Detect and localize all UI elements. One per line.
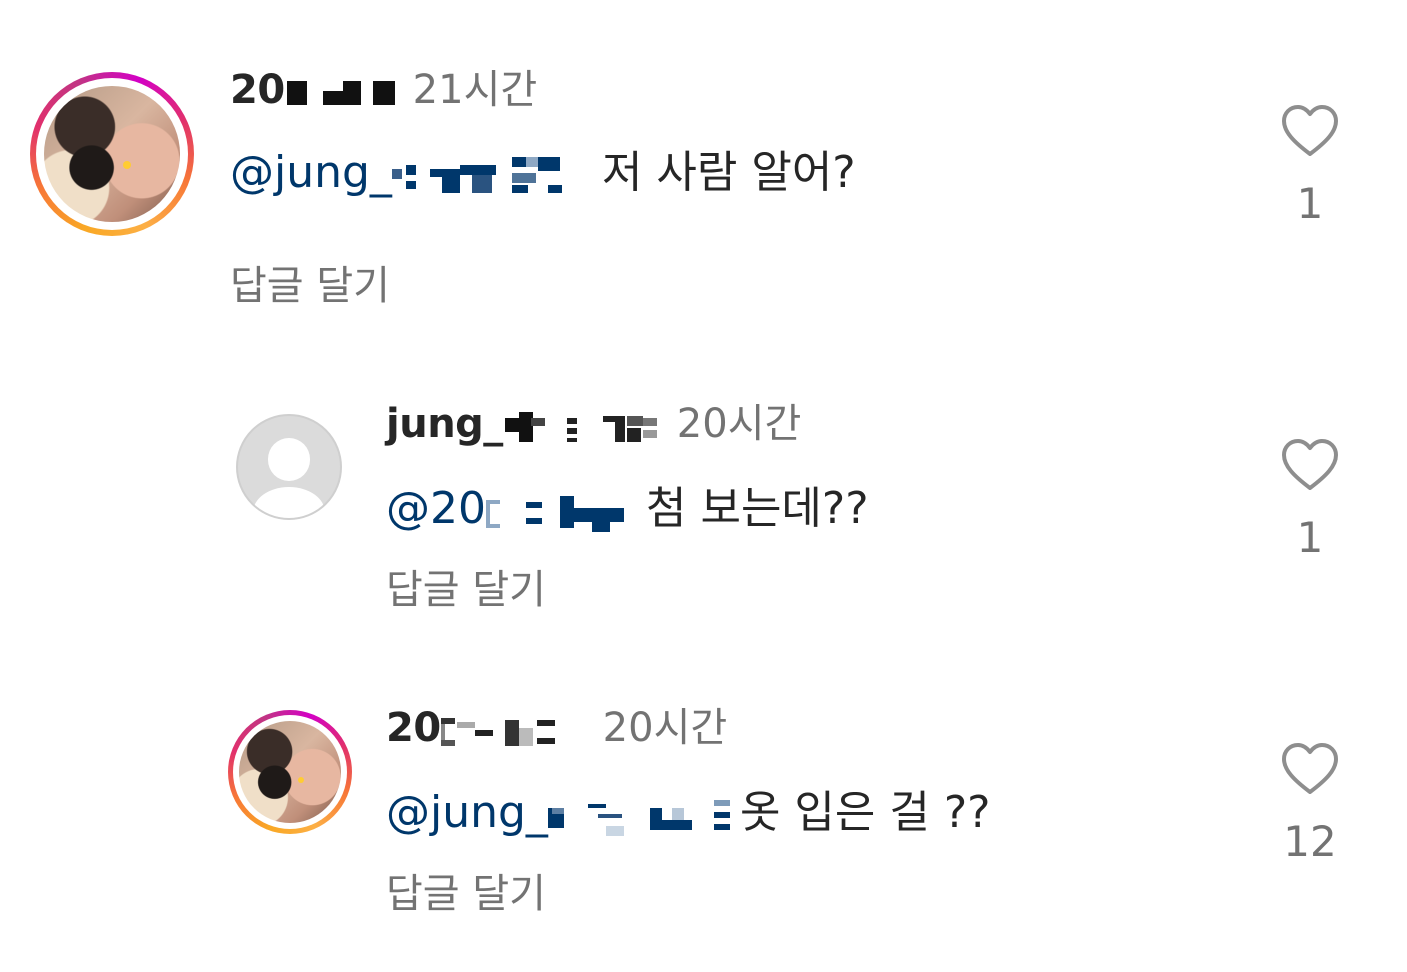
avatar[interactable] bbox=[30, 72, 194, 236]
like-count: 1 bbox=[1296, 179, 1324, 228]
like-count: 1 bbox=[1296, 513, 1324, 562]
mention-censor bbox=[547, 794, 734, 836]
reply-button[interactable]: 답글 달기 bbox=[386, 870, 546, 918]
like-button[interactable] bbox=[1280, 740, 1340, 800]
avatar[interactable] bbox=[228, 710, 352, 834]
comment-timestamp: 21시간 bbox=[412, 67, 538, 113]
profile-photo bbox=[239, 721, 341, 823]
mention-censor bbox=[486, 490, 632, 532]
comment-text: 첨 보는데?? bbox=[646, 483, 869, 534]
reply-button[interactable]: 답글 달기 bbox=[230, 262, 390, 310]
comment-username[interactable]: jung_ bbox=[386, 401, 503, 447]
comment-text: 저 사람 알어? bbox=[601, 147, 856, 198]
comment-timestamp: 20시간 bbox=[602, 705, 728, 751]
comment-text: 옷 입은 걸 ?? bbox=[739, 787, 991, 838]
comment-username[interactable]: 20 bbox=[386, 705, 441, 751]
username-censor bbox=[286, 77, 399, 107]
default-avatar[interactable] bbox=[236, 414, 342, 520]
comment-username[interactable]: 20 bbox=[230, 67, 285, 113]
profile-photo bbox=[44, 86, 180, 222]
heart-outline-icon bbox=[1282, 743, 1338, 794]
person-icon bbox=[267, 438, 311, 482]
reply-button[interactable]: 답글 달기 bbox=[386, 566, 546, 614]
username-censor bbox=[440, 714, 565, 746]
like-button[interactable] bbox=[1280, 436, 1340, 496]
username-censor bbox=[503, 410, 663, 442]
mention-censor bbox=[391, 155, 582, 195]
mention-link[interactable]: @20 bbox=[386, 483, 486, 534]
mention-link[interactable]: @jung_ bbox=[386, 787, 548, 838]
comment-timestamp: 20시간 bbox=[676, 401, 802, 447]
heart-outline-icon bbox=[1282, 105, 1338, 156]
like-button[interactable] bbox=[1280, 102, 1340, 162]
like-count: 12 bbox=[1283, 817, 1337, 866]
heart-outline-icon bbox=[1282, 439, 1338, 490]
mention-link[interactable]: @jung_ bbox=[230, 147, 392, 198]
